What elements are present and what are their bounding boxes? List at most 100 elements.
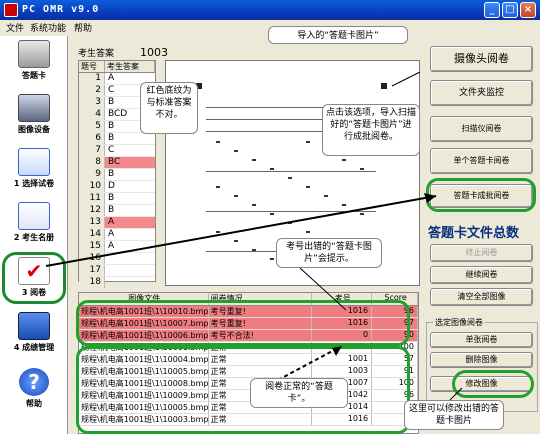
question-number: 16	[79, 253, 105, 264]
menu-system[interactable]: 系统功能	[30, 21, 66, 34]
app-icon	[4, 3, 18, 17]
column-header: 题号	[79, 61, 105, 72]
sidebar-item-roster[interactable]: 2 考生名册	[2, 200, 66, 252]
bubble-mark	[270, 213, 274, 215]
scanner-icon	[18, 94, 50, 122]
answer-row[interactable]: 18	[79, 277, 155, 289]
bubble-mark	[360, 213, 364, 215]
bubble-mark	[342, 204, 346, 206]
sidebar-item-label: 4 成绩管理	[13, 343, 55, 352]
single-grade-button[interactable]: 单张阅卷	[430, 332, 533, 348]
answer-row[interactable]: 16	[79, 253, 155, 265]
sidebar-item-label: 2 考生名册	[13, 233, 55, 242]
bubble-mark	[270, 258, 274, 260]
bubble-mark	[252, 204, 256, 206]
sidebar-item-label: 帮助	[26, 399, 42, 408]
sidebar-item-score-management[interactable]: 4 成绩管理	[2, 310, 66, 362]
student-answer: A	[105, 217, 155, 228]
question-number: 11	[79, 193, 105, 204]
bubble-mark	[306, 141, 310, 143]
question-number: 17	[79, 265, 105, 276]
question-number: 5	[79, 121, 105, 132]
answer-row[interactable]: 11 B	[79, 193, 155, 205]
question-number: 12	[79, 205, 105, 216]
bubble-mark	[216, 141, 220, 143]
question-number: 7	[79, 145, 105, 156]
bubble-mark	[234, 195, 238, 197]
question-number: 8	[79, 157, 105, 168]
minimize-button[interactable]: _	[484, 2, 500, 18]
sidebar-item-label: 图像设备	[18, 125, 50, 134]
question-number: 1	[79, 73, 105, 84]
question-number: 6	[79, 133, 105, 144]
answer-row[interactable]: 13 A	[79, 217, 155, 229]
question-number: 15	[79, 241, 105, 252]
student-answer	[105, 253, 155, 264]
error-rows-highlight	[76, 300, 410, 346]
current-student-number: 1003	[140, 46, 168, 59]
column-header: 考生答案	[105, 61, 155, 72]
answer-row[interactable]: 17	[79, 265, 155, 277]
answer-row[interactable]: 9B	[79, 169, 155, 181]
sidebar-item-select-exam[interactable]: 1 选择试卷	[2, 146, 66, 198]
answers-label: 考生答案	[78, 49, 115, 59]
clear-all-images-button[interactable]: 清空全部图像	[430, 288, 533, 306]
card-line	[206, 211, 376, 212]
student-answer	[105, 277, 155, 288]
bubble-mark	[252, 159, 256, 161]
sidebar-item-grading[interactable]: ✔ 3 阅卷	[2, 252, 66, 304]
camera-grading-button[interactable]: 摄像头阅卷	[430, 46, 533, 72]
bubble-mark	[270, 168, 274, 170]
continue-grading-button[interactable]: 继续阅卷	[430, 266, 533, 284]
student-answer: B	[108, 169, 115, 179]
bubble-mark	[288, 222, 292, 224]
sidebar-item-help[interactable]: ? 帮助	[2, 366, 66, 418]
bubble-mark	[342, 159, 346, 161]
single-card-grading-button[interactable]: 单个答题卡阅卷	[430, 148, 533, 174]
scanner-grading-button[interactable]: 扫描仪阅卷	[430, 116, 533, 142]
bubble-mark	[216, 231, 220, 233]
delete-image-button[interactable]: 删除图像	[430, 352, 533, 368]
sidebar-item-label: 答题卡	[22, 71, 46, 80]
card-line	[206, 171, 376, 172]
bubble-mark	[306, 186, 310, 188]
batch-button-highlight	[426, 178, 536, 212]
exam-select-icon	[18, 148, 50, 176]
normal-rows-highlight	[76, 346, 410, 434]
menu-help[interactable]: 帮助	[74, 21, 92, 34]
answer-table-header: 题号 考生答案	[79, 61, 155, 73]
menu-file[interactable]: 文件	[6, 21, 24, 34]
question-number: 14	[79, 229, 105, 240]
sidebar: 答题卡 图像设备 1 选择试卷 2 考生名册 ✔ 3 阅卷 4 成绩管理 ? 帮…	[0, 36, 68, 434]
answer-row[interactable]: 8 BC	[79, 157, 155, 169]
student-answer: A	[108, 229, 115, 239]
answer-row[interactable]: 7C	[79, 145, 155, 157]
stop-grading-button[interactable]: 终止阅卷	[430, 244, 533, 262]
student-answer: B	[108, 205, 115, 215]
sidebar-item-image-device[interactable]: 图像设备	[2, 92, 66, 144]
callout-modify-image: 这里可以修改出错的答题卡图片	[404, 400, 504, 430]
bubble-mark	[216, 186, 220, 188]
answer-row[interactable]: 12 B	[79, 205, 155, 217]
title-bar: PC OMR v9.0 _ □ ×	[0, 0, 540, 20]
close-button[interactable]: ×	[520, 2, 536, 18]
callout-wrong-answer: 红色底纹为与标准答案不对。	[140, 82, 198, 134]
sidebar-item-answer-card[interactable]: 答题卡	[2, 38, 66, 90]
answer-row[interactable]: 6B	[79, 133, 155, 145]
bubble-mark	[234, 240, 238, 242]
question-number: 10	[79, 181, 105, 192]
bubble-mark	[324, 195, 328, 197]
answer-row[interactable]: 10 D	[79, 181, 155, 193]
window-title: PC OMR v9.0	[22, 4, 100, 15]
question-number: 4	[79, 109, 105, 120]
answer-row[interactable]: 15 A	[79, 241, 155, 253]
folder-monitor-button[interactable]: 文件夹监控	[430, 80, 533, 106]
score-management-icon	[18, 312, 50, 340]
student-answer: B	[108, 133, 115, 143]
bubble-mark	[306, 231, 310, 233]
answer-row[interactable]: 14 A	[79, 229, 155, 241]
callout-id-error: 考号出错的“答题卡图片”会提示。	[276, 238, 382, 268]
modify-button-highlight	[452, 370, 534, 398]
maximize-button[interactable]: □	[502, 2, 518, 18]
student-answer: B	[108, 193, 115, 203]
